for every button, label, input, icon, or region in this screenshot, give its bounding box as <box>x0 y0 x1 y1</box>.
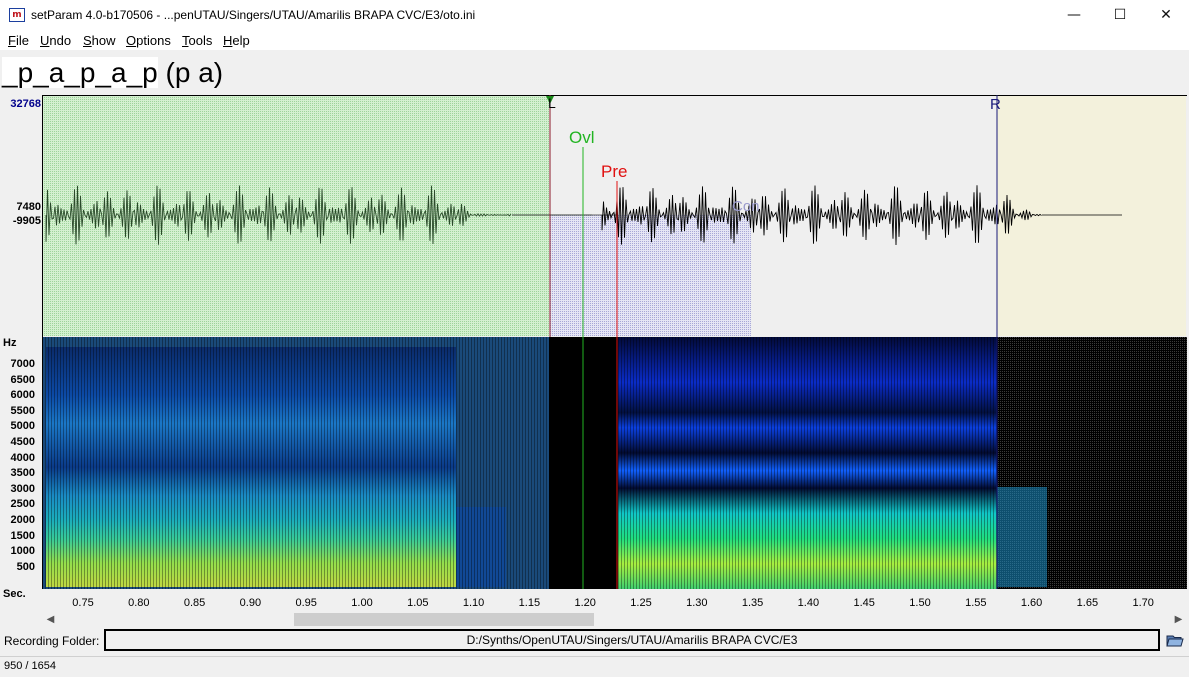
alias-name: (p a) <box>157 57 224 88</box>
right-marker-label: R <box>990 96 1001 113</box>
scroll-right-icon[interactable]: ▶ <box>1170 611 1187 628</box>
time-tick-label: 0.75 <box>72 597 94 609</box>
time-tick-label: 1.00 <box>351 597 373 609</box>
title-bar: m setParam 4.0-b170506 - ...penUTAU/Sing… <box>0 0 1189 30</box>
close-button[interactable]: ✕ <box>1143 0 1189 30</box>
setparam-app-icon[interactable]: m <box>9 8 25 22</box>
time-tick-label: 0.85 <box>183 597 206 609</box>
freq-label: 7000 <box>10 358 35 370</box>
time-tick-label: 1.30 <box>686 597 708 609</box>
menu-undo[interactable]: Undo <box>40 33 71 48</box>
time-tick-label: 1.50 <box>909 597 931 609</box>
freq-label: 5000 <box>10 420 35 433</box>
time-tick-label: 1.40 <box>797 597 820 609</box>
freq-label: 500 <box>16 560 35 573</box>
alias-filename: _p_a_p_a_p <box>2 57 158 88</box>
menu-show[interactable]: Show <box>83 33 116 48</box>
scroll-left-icon[interactable]: ◀ <box>42 611 59 628</box>
hz-unit-label: Hz <box>3 337 17 349</box>
time-tick-label: 1.15 <box>518 597 541 609</box>
menu-options[interactable]: Options <box>126 33 171 48</box>
consonant-region <box>550 215 751 336</box>
waveform-panel[interactable]: L Ovl Pre Con R <box>42 95 1187 337</box>
scroll-thumb[interactable] <box>294 613 594 626</box>
freq-label: 1500 <box>10 529 35 542</box>
sample-position: 950 / 1654 <box>4 660 56 672</box>
overlap-marker-label: Ovl <box>569 128 595 147</box>
freq-label: 4500 <box>10 436 35 448</box>
time-tick-label: 1.55 <box>965 597 987 609</box>
open-folder-icon[interactable] <box>1165 630 1185 650</box>
menu-file[interactable]: File <box>8 33 29 48</box>
time-tick-label: 1.35 <box>741 597 764 609</box>
freq-label: 3500 <box>10 467 35 480</box>
freq-label: 6500 <box>10 373 35 386</box>
time-tick-label: 1.10 <box>462 597 485 609</box>
menu-bar: File Undo Show Options Tools Help <box>0 30 1189 50</box>
spectrogram-panel <box>42 337 1187 589</box>
freq-label: 4000 <box>10 451 35 464</box>
freq-label: 5500 <box>10 404 35 417</box>
freq-label: 3000 <box>10 482 35 495</box>
status-bar: 950 / 1654 <box>0 656 1189 677</box>
menu-tools[interactable]: Tools <box>182 33 212 48</box>
time-tick-label: 0.80 <box>128 597 150 609</box>
time-tick-label: 1.65 <box>1076 597 1099 609</box>
spectrogram-silence <box>550 337 618 589</box>
time-tick-label: 1.70 <box>1132 597 1154 609</box>
recording-folder-field[interactable]: D:/Synths/OpenUTAU/Singers/UTAU/Amarilis… <box>104 629 1160 651</box>
time-tick-label: 0.90 <box>239 597 262 609</box>
horizontal-scrollbar[interactable]: ◀ ▶ <box>42 611 1187 628</box>
time-tick-label: 1.20 <box>574 597 596 609</box>
freq-label: 2000 <box>10 514 35 526</box>
amp-lo-label: -9905 <box>12 215 41 227</box>
menu-help[interactable]: Help <box>223 33 250 48</box>
freq-label: 2500 <box>10 498 35 511</box>
freq-label: 6000 <box>10 389 35 402</box>
time-tick-label: 1.60 <box>1020 597 1043 609</box>
consonant-marker-label: Con <box>732 198 760 215</box>
amp-hi-label: 7480 <box>16 201 41 213</box>
time-unit-label: Sec. <box>3 588 26 600</box>
time-tick-label: 1.05 <box>407 597 429 609</box>
left-marker-label: L <box>548 95 556 111</box>
recording-folder-label: Recording Folder: <box>4 634 100 648</box>
freq-label: 1000 <box>10 545 35 558</box>
time-tick-label: 1.25 <box>630 597 652 609</box>
amp-max-label: 32768 <box>10 98 41 110</box>
alias-display: _p_a_p_a_p (p a) <box>2 55 223 91</box>
window-title: setParam 4.0-b170506 - ...penUTAU/Singer… <box>31 8 476 22</box>
minimize-button[interactable]: — <box>1051 0 1097 30</box>
time-tick-label: 0.95 <box>295 597 317 609</box>
preutter-marker-label: Pre <box>601 162 627 181</box>
maximize-button[interactable]: ☐ <box>1097 0 1143 30</box>
time-tick-label: 1.45 <box>853 597 875 609</box>
